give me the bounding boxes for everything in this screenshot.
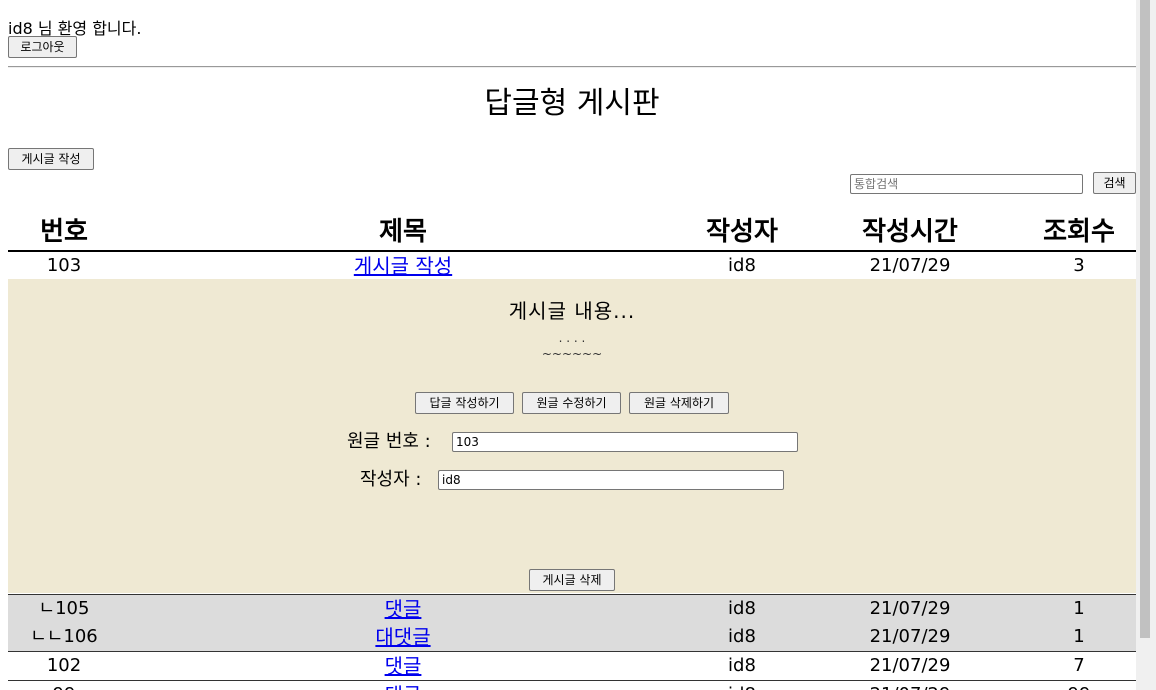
edit-original-button[interactable]: 원글 수정하기 (522, 392, 621, 414)
write-reply-button[interactable]: 답글 작성하기 (415, 392, 514, 414)
scrollbar-thumb[interactable] (1140, 0, 1150, 638)
row-number: 102 (46, 655, 82, 676)
table-row: ㄴㄴ106 대댓글 id8 21/07/29 1 (8, 623, 1136, 652)
column-header-author: 작성자 (706, 217, 778, 247)
original-number-label: 원글 번호 : (347, 431, 431, 452)
post-title-link[interactable]: 댓글 (385, 683, 422, 690)
logout-button[interactable]: 로그아웃 (8, 36, 77, 58)
row-author: id8 (728, 655, 756, 676)
post-detail-panel: 게시글 내용... . . . . ~~~~~~ 답글 작성하기 원글 수정하기… (8, 279, 1136, 593)
row-author: id8 (728, 255, 756, 276)
post-content-line: . . . . (558, 331, 586, 345)
row-author: id8 (672, 681, 812, 690)
row-date: 21/07/29 (869, 655, 951, 676)
post-content-line: ~~~~~~ (541, 347, 603, 361)
row-number: ㄴ105 (38, 598, 90, 619)
row-date: 21/07/29 (840, 681, 980, 690)
row-number: 103 (46, 255, 82, 276)
post-title-link[interactable]: 대댓글 (375, 625, 430, 649)
row-author: id8 (728, 598, 756, 619)
post-content-title: 게시글 내용... (508, 299, 636, 323)
write-post-button[interactable]: 게시글 작성 (8, 148, 94, 170)
page: id8 님 환영 합니다. 로그아웃 답글형 게시판 게시글 작성 검색 번호 … (0, 0, 1136, 690)
row-views: 7 (1073, 655, 1085, 676)
column-header-title: 제목 (379, 217, 427, 247)
author-field[interactable] (438, 470, 784, 490)
table-row: 102 댓글 id8 21/07/29 7 (8, 652, 1136, 681)
row-author: id8 (728, 626, 756, 647)
column-header-date: 작성시간 (862, 217, 958, 247)
table-header: 번호 제목 작성자 작성시간 조회수 (8, 214, 1136, 252)
divider (8, 66, 1136, 68)
row-number: 99 (8, 681, 120, 690)
author-label: 작성자 : (360, 469, 422, 490)
row-views: 99 (1020, 681, 1136, 690)
post-title-link[interactable]: 댓글 (385, 597, 422, 621)
row-views: 1 (1073, 626, 1085, 647)
search-input[interactable] (850, 174, 1083, 194)
row-views: 3 (1073, 255, 1085, 276)
delete-original-button[interactable]: 원글 삭제하기 (629, 392, 729, 414)
page-title: 답글형 게시판 (484, 86, 660, 121)
original-number-field[interactable] (452, 432, 798, 452)
post-title-link[interactable]: 댓글 (385, 654, 422, 678)
search-button[interactable]: 검색 (1093, 172, 1136, 194)
table-row: ㄴ105 댓글 id8 21/07/29 1 (8, 594, 1136, 624)
post-title-link[interactable]: 게시글 작성 (354, 254, 452, 278)
row-date: 21/07/29 (869, 598, 951, 619)
table-row: 103 게시글 작성 id8 21/07/29 3 (8, 252, 1136, 280)
column-header-number: 번호 (40, 217, 88, 247)
vertical-scrollbar[interactable] (1136, 0, 1156, 690)
table-row: 99 댓글 id8 21/07/29 99 (8, 681, 1136, 690)
row-date: 21/07/29 (869, 626, 951, 647)
row-number: ㄴㄴ106 (30, 626, 98, 647)
row-views: 1 (1073, 598, 1085, 619)
row-date: 21/07/29 (869, 255, 951, 276)
delete-post-button[interactable]: 게시글 삭제 (529, 569, 615, 591)
column-header-views: 조회수 (1043, 217, 1115, 247)
